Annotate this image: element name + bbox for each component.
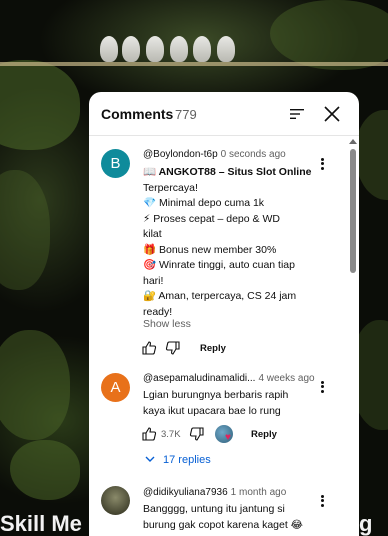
reply-button[interactable]: Reply bbox=[251, 429, 277, 440]
comment-timestamp: 4 weeks ago bbox=[258, 373, 315, 384]
comment-author[interactable]: @asepamaludinamalidi... bbox=[143, 373, 255, 384]
comment-text: 📖 ANGKOT88 – Situs Slot Online Terpercay… bbox=[143, 165, 315, 320]
sort-icon[interactable] bbox=[287, 104, 307, 124]
foliage-shape bbox=[10, 440, 80, 500]
bird-shape bbox=[122, 36, 140, 62]
more-options-icon[interactable] bbox=[315, 156, 329, 172]
more-options-icon[interactable] bbox=[315, 493, 329, 509]
comment-line: kilat bbox=[143, 228, 162, 240]
comment-line: kaya ikut upacara bae lo rung bbox=[143, 404, 281, 417]
comments-count: 779 bbox=[175, 107, 197, 122]
comment-item: B @Boylondon-t6p 0 seconds ago 📖 ANGKOT88… bbox=[89, 148, 347, 358]
avatar[interactable]: B bbox=[101, 149, 130, 178]
comment-item: @didikyuliana7936 1 month ago Bangggg, un… bbox=[89, 484, 347, 536]
comments-panel: Comments 779 B @Boylondon-t6p 0 seconds a… bbox=[89, 92, 359, 536]
foliage-shape bbox=[0, 60, 80, 150]
foliage-shape bbox=[355, 110, 388, 200]
comment-line: burung gak copot karena kaget 😂 bbox=[143, 518, 303, 531]
comments-header: Comments 779 bbox=[89, 92, 359, 136]
comment-author[interactable]: @Boylondon-t6p bbox=[143, 149, 218, 160]
comment-author-line: @didikyuliana7936 1 month ago bbox=[143, 487, 286, 498]
creator-heart-icon bbox=[215, 425, 233, 443]
comment-timestamp: 0 seconds ago bbox=[220, 149, 286, 160]
comment-line: 🎁 Bonus new member 30% bbox=[143, 243, 277, 256]
foliage-shape bbox=[270, 0, 388, 70]
comment-text: Bangggg, untung itu jantung si burung ga… bbox=[143, 502, 315, 533]
comment-text: Lgian burungnya berbaris rapih kaya ikut… bbox=[143, 388, 315, 419]
bird-shape bbox=[100, 36, 118, 62]
comment-line: 📖 ANGKOT88 – Situs Slot Online bbox=[143, 166, 312, 178]
bird-shape bbox=[217, 36, 235, 62]
chevron-down-icon bbox=[145, 454, 155, 466]
comment-author-line: @Boylondon-t6p 0 seconds ago bbox=[143, 149, 286, 160]
close-icon[interactable] bbox=[321, 103, 343, 125]
comment-line: 🎯 Winrate tinggi, auto cuan tiap bbox=[143, 259, 295, 271]
avatar[interactable] bbox=[101, 486, 130, 515]
bird-shape bbox=[170, 36, 188, 62]
avatar[interactable]: A bbox=[101, 373, 130, 402]
comment-author[interactable]: @didikyuliana7936 bbox=[143, 487, 228, 498]
comment-line: ⚡ Proses cepat – depo & WD bbox=[143, 212, 280, 225]
bird-shape bbox=[146, 36, 164, 62]
view-replies-button[interactable]: 17 replies bbox=[145, 454, 211, 466]
video-caption-right: g bbox=[359, 512, 373, 536]
reply-button[interactable]: Reply bbox=[200, 343, 226, 354]
foliage-shape bbox=[0, 170, 50, 290]
foliage-shape bbox=[0, 330, 70, 440]
replies-count: 17 replies bbox=[163, 454, 211, 466]
comment-line: hari! bbox=[143, 274, 164, 287]
comment-actions: 3.7K Reply bbox=[141, 425, 341, 444]
comment-line: 💎 Minimal depo cuma 1k bbox=[143, 197, 265, 209]
perch-bar bbox=[0, 62, 388, 66]
comment-actions: Reply bbox=[141, 340, 341, 358]
like-count: 3.7K bbox=[161, 429, 181, 440]
comment-line: Bangggg, untung itu jantung si bbox=[143, 503, 285, 515]
comment-line: 🔐 Aman, terpercaya, CS 24 jam bbox=[143, 290, 297, 302]
comment-author-line: @asepamaludinamalidi... 4 weeks ago bbox=[143, 373, 315, 384]
comment-timestamp: 1 month ago bbox=[230, 487, 287, 498]
video-caption-left: Skill Me bbox=[0, 512, 82, 536]
scroll-up-arrow[interactable] bbox=[349, 139, 357, 144]
show-less-link[interactable]: Show less bbox=[143, 318, 191, 330]
comments-title: Comments bbox=[101, 106, 174, 122]
thumbs-up-icon[interactable] bbox=[141, 426, 157, 442]
comment-line: Lgian burungnya berbaris rapih bbox=[143, 389, 289, 401]
bird-shape bbox=[193, 36, 211, 62]
scrollbar-thumb[interactable] bbox=[350, 149, 356, 273]
comment-line: Terpercaya! bbox=[143, 181, 198, 194]
more-options-icon[interactable] bbox=[315, 379, 329, 395]
thumbs-down-icon[interactable] bbox=[165, 340, 181, 356]
comment-item: A @asepamaludinamalidi... 4 weeks ago Lgi… bbox=[89, 368, 347, 468]
thumbs-up-icon[interactable] bbox=[141, 340, 157, 356]
thumbs-down-icon[interactable] bbox=[189, 426, 205, 442]
